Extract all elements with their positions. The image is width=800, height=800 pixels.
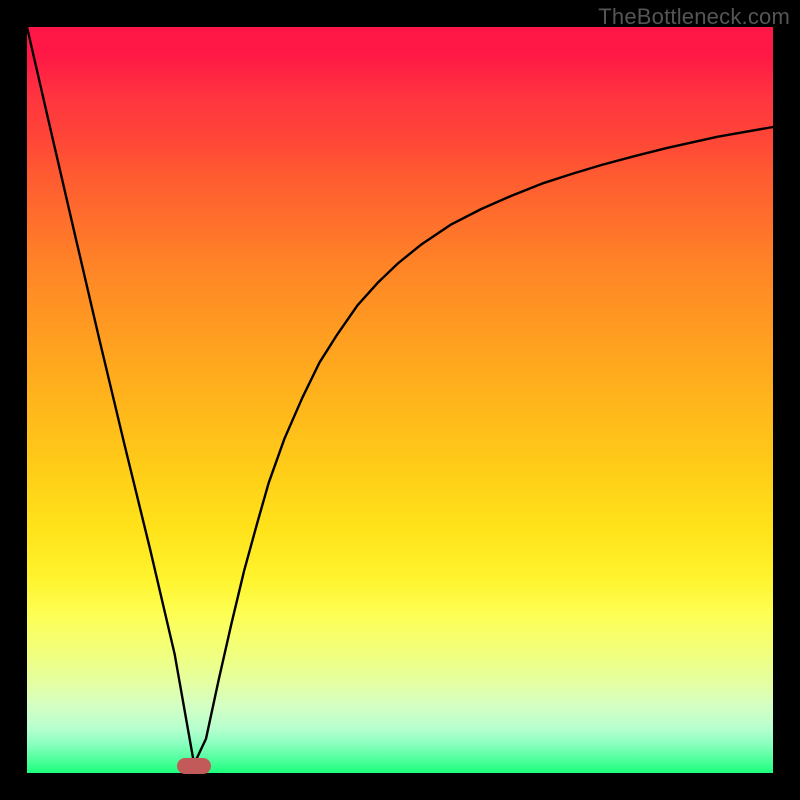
chart-plot-area (27, 27, 773, 773)
watermark-text: TheBottleneck.com (598, 4, 790, 30)
curve-path (27, 27, 773, 764)
chart-frame: TheBottleneck.com (0, 0, 800, 800)
bottleneck-curve (27, 27, 773, 773)
minimum-marker (177, 758, 211, 774)
